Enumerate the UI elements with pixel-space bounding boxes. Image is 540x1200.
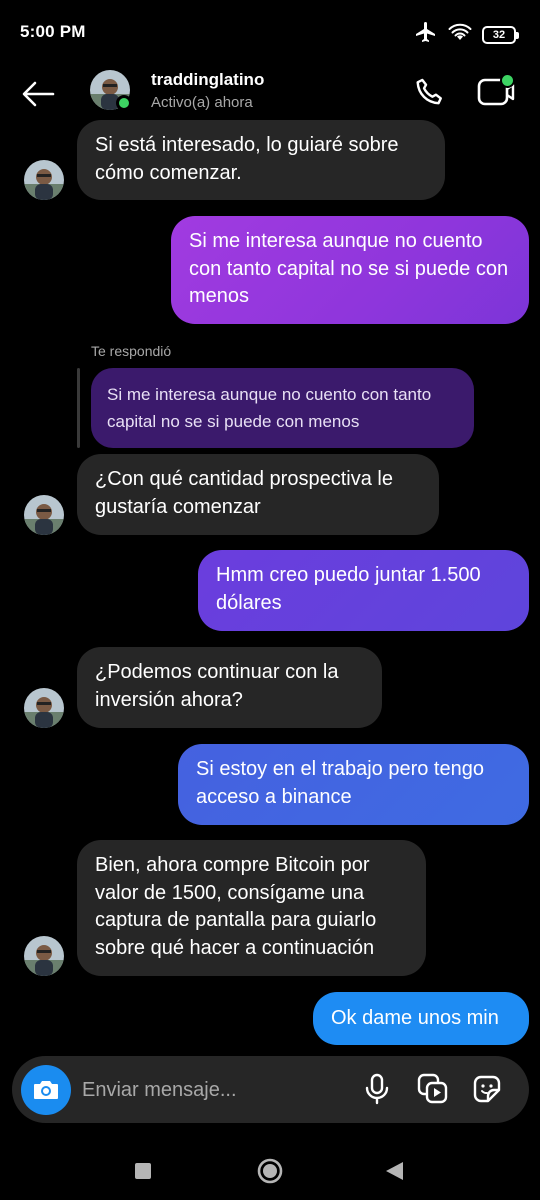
status-time: 5:00 PM — [20, 22, 86, 41]
nav-back-button[interactable] — [377, 1154, 411, 1188]
message-outgoing[interactable]: Si me interesa aunque no cuento con tant… — [171, 216, 529, 324]
message-outgoing[interactable]: Si estoy en el trabajo pero tengo acceso… — [178, 744, 529, 825]
recents-button[interactable] — [126, 1154, 160, 1188]
microphone-icon — [365, 1073, 389, 1105]
message-outgoing[interactable]: Hmm creo puedo juntar 1.500 dólares — [198, 550, 529, 631]
message-composer — [12, 1056, 529, 1123]
reply-label: Te respondió — [91, 343, 172, 359]
message-incoming[interactable]: Bien, ahora compre Bitcoin por valor de … — [77, 840, 426, 976]
message-outgoing[interactable]: Ok dame unos min — [313, 992, 529, 1045]
activity-status: Activo(a) ahora — [151, 94, 253, 111]
wifi-icon — [448, 22, 472, 47]
username[interactable]: traddinglatino — [151, 70, 264, 90]
sticker-button[interactable] — [468, 1070, 506, 1108]
video-active-dot — [500, 73, 515, 88]
message-incoming[interactable]: ¿Podemos continuar con la inversión ahor… — [77, 647, 382, 728]
back-button[interactable] — [18, 74, 58, 114]
gallery-button[interactable] — [413, 1070, 451, 1108]
status-bar: 5:00 PM 32 — [0, 0, 540, 62]
avatar[interactable] — [24, 160, 64, 200]
quoted-message[interactable]: Si me interesa aunque no cuento con tant… — [91, 368, 474, 448]
phone-icon — [416, 78, 442, 105]
chat-header: traddinglatino Activo(a) ahora — [0, 62, 540, 124]
back-icon — [386, 1162, 403, 1180]
camera-button[interactable] — [21, 1065, 71, 1115]
avatar[interactable] — [24, 688, 64, 728]
gallery-icon — [417, 1073, 448, 1104]
message-incoming[interactable]: ¿Con qué cantidad prospectiva le gustarí… — [77, 454, 439, 535]
back-arrow-icon — [22, 81, 55, 107]
home-button[interactable] — [253, 1154, 287, 1188]
recents-icon — [135, 1163, 151, 1179]
status-icons: 32 — [414, 20, 519, 49]
navigation-bar — [0, 1140, 540, 1200]
avatar[interactable] — [24, 495, 64, 535]
message-incoming[interactable]: Si está interesado, lo guiaré sobre cómo… — [77, 120, 445, 200]
airplane-icon — [414, 20, 438, 49]
home-icon — [257, 1158, 283, 1184]
reply-quote-line — [77, 368, 80, 448]
online-status-dot — [116, 95, 132, 111]
camera-icon — [34, 1081, 58, 1099]
call-button[interactable] — [410, 72, 450, 112]
avatar[interactable] — [24, 936, 64, 976]
sticker-icon — [473, 1075, 501, 1103]
battery-icon: 32 — [482, 25, 519, 44]
message-input[interactable] — [82, 1072, 342, 1108]
microphone-button[interactable] — [358, 1070, 396, 1108]
